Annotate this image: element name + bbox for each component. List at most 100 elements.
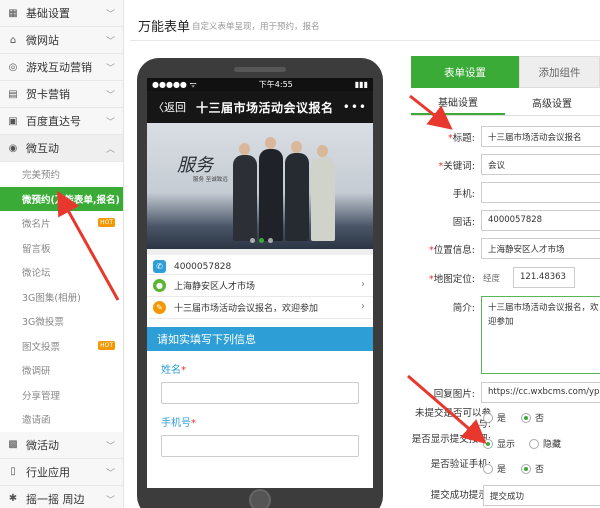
wifi-icon: ᯤ bbox=[189, 80, 197, 89]
keyword-input[interactable]: 会议 bbox=[481, 154, 600, 175]
sidebar-group[interactable]: ◎ 游戏互动营销 ﹀ bbox=[0, 54, 123, 81]
mobile-field-label: 手机号* bbox=[161, 418, 196, 429]
chevron-down-icon: ﹀ bbox=[105, 118, 115, 128]
sidebar-sub-item[interactable]: 微调研 bbox=[0, 358, 123, 383]
sidebar-sub-item[interactable]: 邀请函 bbox=[0, 407, 123, 432]
person-head bbox=[239, 143, 250, 155]
sidebar-sub-item-label: 图文投票 bbox=[22, 341, 61, 353]
location-input[interactable]: 上海静安区人才市场 bbox=[481, 238, 600, 259]
mobile-input[interactable] bbox=[481, 182, 600, 203]
tel-input[interactable]: 4000057828 bbox=[481, 210, 600, 231]
phone-preview: ●●●●● ᯤ 下午4:55 ▮▮▮ 〈返回 十三届市场活动会议报名 ••• 服… bbox=[137, 58, 383, 508]
reply-image-row: 回复图片: https://cc.wxbcms.com/yplog bbox=[411, 382, 600, 404]
sidebar-sub-item-label: 微调研 bbox=[22, 366, 51, 378]
radio-icon[interactable] bbox=[483, 412, 493, 423]
chat-icon: ◉ bbox=[8, 142, 18, 154]
sidebar-sub-item[interactable]: 3G图集(相册) bbox=[0, 285, 123, 310]
sidebar-sub-item[interactable]: 微论坛 bbox=[0, 260, 123, 285]
sidebar-sub-item[interactable]: 留言板 bbox=[0, 236, 123, 261]
location-pin-icon: ● bbox=[153, 279, 166, 292]
chevron-right-icon: › bbox=[361, 279, 365, 290]
carousel-dots[interactable] bbox=[250, 238, 273, 243]
intro-textarea[interactable]: 十三届市场活动会议报名，欢迎参加 bbox=[481, 296, 600, 374]
sidebar-sub-item[interactable]: 图文投票 HOT bbox=[0, 334, 123, 359]
carousel-dot-active[interactable] bbox=[259, 238, 264, 243]
radio-icon[interactable] bbox=[483, 463, 493, 474]
sidebar-sub-item-label: 微名片 bbox=[22, 219, 51, 231]
name-field-label: 姓名* bbox=[161, 365, 186, 376]
tab-add-component[interactable]: 添加组件 bbox=[519, 56, 600, 88]
status-bar: ●●●●● ᯤ 下午4:55 ▮▮▮ bbox=[147, 78, 373, 91]
show-submit-show[interactable]: 显示 bbox=[483, 437, 515, 450]
mobile-input[interactable] bbox=[161, 435, 359, 457]
sidebar-sub-item[interactable]: 微预约(万能表单,报名) bbox=[0, 186, 123, 211]
sidebar-group[interactable]: ✱ 摇一摇 周边 ﹀ bbox=[0, 485, 123, 508]
location-info-row: *位置信息: 上海静安区人才市场 bbox=[411, 238, 600, 260]
show-submit-hide[interactable]: 隐藏 bbox=[529, 437, 561, 450]
radio-checked-icon[interactable] bbox=[521, 463, 531, 474]
home-button bbox=[249, 489, 271, 508]
subtab-advanced[interactable]: 高级设置 bbox=[505, 90, 599, 115]
sidebar-group[interactable]: ▣ 百度直达号 ﹀ bbox=[0, 108, 123, 135]
chevron-down-icon: ﹀ bbox=[105, 468, 115, 479]
title-input[interactable]: 十三届市场活动会议报名 bbox=[481, 126, 600, 147]
sidebar-group[interactable]: ▯ 行业应用 ﹀ bbox=[0, 458, 123, 486]
sidebar-sub-item-label: 留言板 bbox=[22, 243, 51, 255]
divider bbox=[130, 40, 600, 41]
success-label: 提交成功提示: bbox=[430, 490, 491, 501]
phone-number: 4000057828 bbox=[174, 261, 232, 272]
intro-row-settings: 简介: 十三届市场活动会议报名，欢迎参加 bbox=[411, 296, 600, 376]
verify-mobile-no[interactable]: 否 bbox=[521, 462, 544, 475]
sidebar-sub-item-label: 完美预约 bbox=[22, 170, 61, 182]
carousel-dot[interactable] bbox=[268, 238, 273, 243]
sidebar-sub-item[interactable]: 完美预约 bbox=[0, 162, 123, 187]
shake-icon: ✱ bbox=[8, 493, 18, 504]
reply-image-input[interactable]: https://cc.wxbcms.com/yplog bbox=[481, 382, 600, 403]
phone-number-row[interactable]: ✆ 4000057828 bbox=[147, 249, 373, 275]
sidebar-group[interactable]: ▩ 微活动 ﹀ bbox=[0, 431, 123, 459]
location-row[interactable]: ● 上海静安区人才市场 › bbox=[147, 275, 373, 297]
person-head bbox=[317, 145, 328, 157]
sidebar-sub-item-label: 邀请函 bbox=[22, 415, 51, 427]
phone-navbar: 〈返回 十三届市场活动会议报名 ••• bbox=[147, 91, 373, 123]
sidebar-group-label: 微活动 bbox=[26, 438, 59, 452]
location-text: 上海静安区人才市场 bbox=[174, 282, 256, 292]
longitude-input[interactable]: 121.48363 bbox=[513, 267, 575, 288]
person-head bbox=[291, 141, 302, 153]
sidebar-sub-item-label: 分享管理 bbox=[22, 390, 61, 402]
hot-badge: HOT bbox=[98, 340, 115, 350]
sidebar-sub-item-label: 3G微投票 bbox=[22, 317, 64, 329]
back-button[interactable]: 〈返回 bbox=[153, 99, 186, 115]
radio-checked-icon[interactable] bbox=[483, 438, 493, 449]
intro-row[interactable]: ✎ 十三届市场活动会议报名，欢迎参加 › bbox=[147, 297, 373, 319]
title-label: *标题: bbox=[448, 133, 475, 144]
subtab-basic[interactable]: 基础设置 bbox=[411, 90, 505, 115]
sidebar-sub-item[interactable]: 分享管理 bbox=[0, 383, 123, 408]
sidebar-group[interactable]: ◉ 微互动 ︿ bbox=[0, 135, 123, 162]
carousel-dot[interactable] bbox=[250, 238, 255, 243]
name-input[interactable] bbox=[161, 382, 359, 404]
map-row: *地图定位: 经度 121.48363 bbox=[411, 267, 600, 289]
participate-no[interactable]: 否 bbox=[521, 411, 544, 424]
sidebar-sub-item[interactable]: 微名片 HOT bbox=[0, 211, 123, 236]
battery-icon: ▮▮▮ bbox=[354, 80, 368, 89]
intro-label: 简介: bbox=[452, 303, 475, 314]
radio-checked-icon[interactable] bbox=[521, 412, 531, 423]
clipboard-icon: ▣ bbox=[8, 115, 18, 127]
radio-icon[interactable] bbox=[529, 438, 539, 449]
person-figure bbox=[311, 157, 335, 241]
verify-mobile-yes[interactable]: 是 bbox=[483, 462, 506, 475]
participate-yes[interactable]: 是 bbox=[483, 411, 506, 424]
verify-mobile-row: 是否验证手机: 是 否 bbox=[411, 459, 600, 481]
person-figure bbox=[285, 153, 309, 241]
reply-image-label: 回复图片: bbox=[433, 389, 475, 400]
more-icon[interactable]: ••• bbox=[343, 100, 367, 114]
sidebar-group[interactable]: ⌂ 微网站 ﹀ bbox=[0, 27, 123, 54]
sidebar-group[interactable]: ▤ 贺卡营销 ﹀ bbox=[0, 81, 123, 108]
sidebar-sub-item[interactable]: 3G微投票 bbox=[0, 309, 123, 334]
title-row: *标题: 十三届市场活动会议报名 bbox=[411, 126, 600, 148]
sidebar-group-label: 行业应用 bbox=[26, 465, 70, 479]
success-input[interactable]: 提交成功 bbox=[483, 485, 600, 506]
sidebar-group[interactable]: ▦ 基础设置 ﹀ bbox=[0, 0, 123, 27]
tab-form-settings[interactable]: 表单设置 bbox=[411, 56, 519, 88]
